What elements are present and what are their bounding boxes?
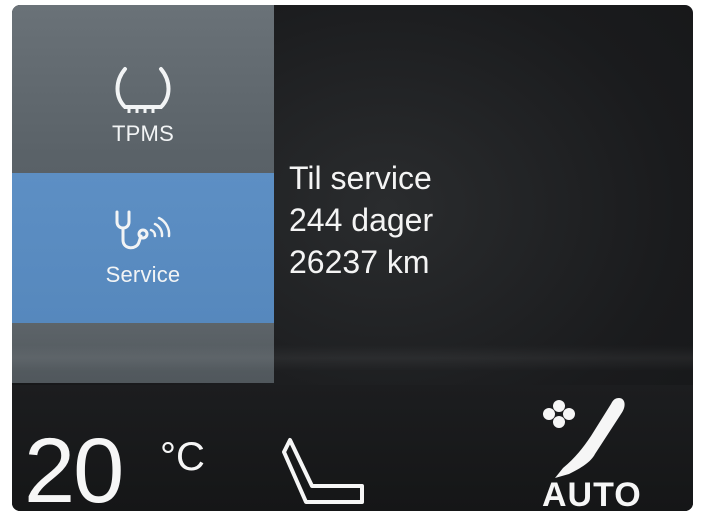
- temperature-value[interactable]: 20: [24, 425, 124, 517]
- sidebar: TPMS Service: [12, 5, 274, 383]
- sidebar-item-service[interactable]: Service: [12, 173, 274, 323]
- service-heading: Til service: [289, 160, 432, 196]
- sidebar-item-label: TPMS: [112, 121, 174, 146]
- sidebar-item-label: Service: [105, 262, 181, 287]
- tire-pressure-icon: [111, 63, 175, 115]
- divider: [12, 345, 693, 371]
- service-km-remaining: 26237 km: [289, 244, 430, 280]
- service-days-remaining: 244 dager: [289, 202, 434, 238]
- fan-airflow-icon[interactable]: [535, 392, 645, 487]
- temperature-unit: °C: [160, 435, 205, 479]
- seat-heating-icon[interactable]: [282, 436, 372, 511]
- sidebar-item-tpms[interactable]: TPMS: [12, 25, 274, 185]
- auto-climate-button[interactable]: AUTO: [542, 476, 642, 515]
- stethoscope-icon: [111, 208, 175, 256]
- service-info-panel: Til service 244 dager 26237 km: [289, 157, 433, 283]
